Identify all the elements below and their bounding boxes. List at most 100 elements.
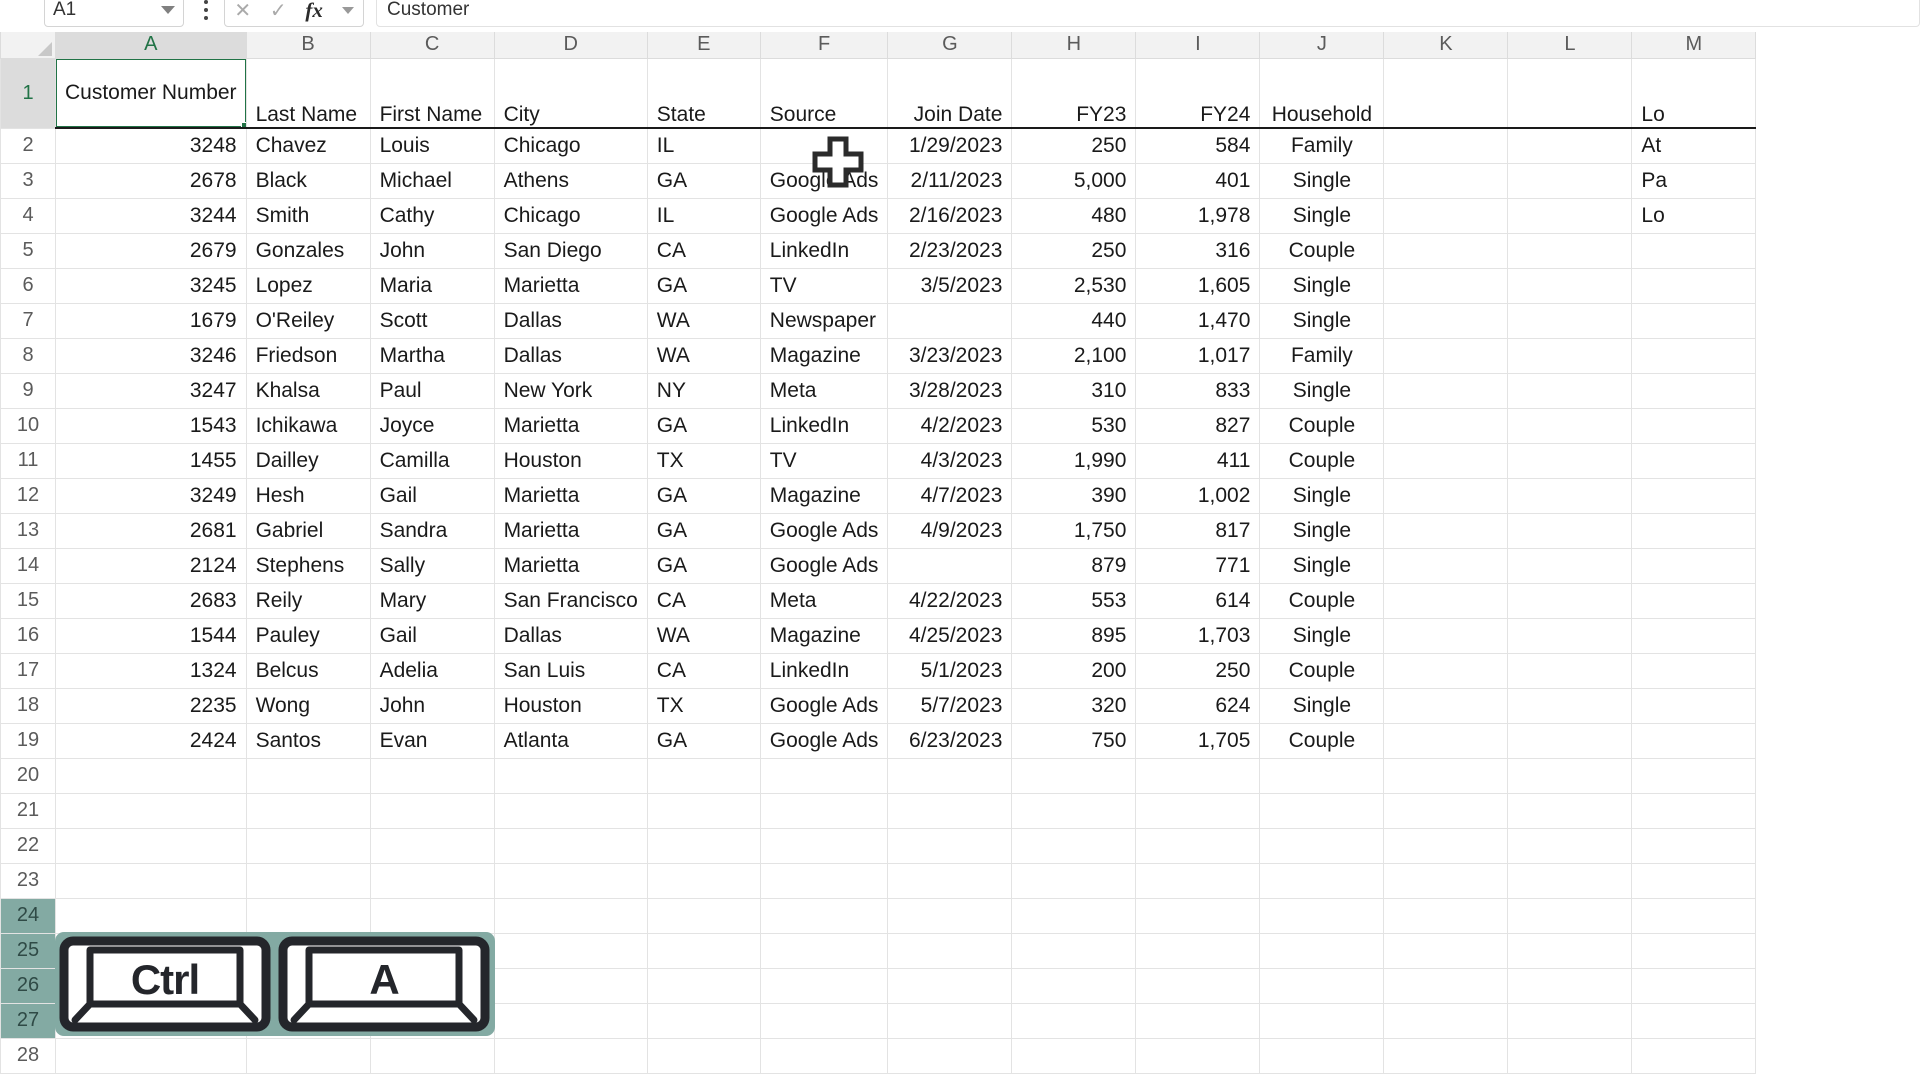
row-header-21[interactable]: 21 [1, 793, 56, 828]
cell-J12[interactable]: Single [1260, 478, 1384, 513]
cell-J21[interactable] [1260, 793, 1384, 828]
cell-A1[interactable]: Customer Number [56, 58, 247, 128]
cell-A15[interactable]: 2683 [56, 583, 247, 618]
cell-D8[interactable]: Dallas [494, 338, 647, 373]
row-header-2[interactable]: 2 [1, 128, 56, 163]
cell-A21[interactable] [56, 793, 247, 828]
cell-D21[interactable] [494, 793, 647, 828]
table-row[interactable]: 1 Customer Number Last Name First Name C… [1, 58, 1756, 128]
cell-B17[interactable]: Belcus [246, 653, 370, 688]
cell-L12[interactable] [1508, 478, 1632, 513]
chevron-down-icon[interactable] [161, 6, 175, 14]
cell-C17[interactable]: Adelia [370, 653, 494, 688]
row-header-17[interactable]: 17 [1, 653, 56, 688]
cell-L22[interactable] [1508, 828, 1632, 863]
cell-K25[interactable] [1384, 933, 1508, 968]
column-header-F[interactable]: F [760, 32, 888, 58]
cell-K27[interactable] [1384, 1003, 1508, 1038]
cell-F23[interactable] [760, 863, 888, 898]
cell-G28[interactable] [888, 1038, 1012, 1073]
cell-I27[interactable] [1136, 1003, 1260, 1038]
cell-E13[interactable]: GA [647, 513, 760, 548]
cell-M8[interactable] [1632, 338, 1756, 373]
cell-H8[interactable]: 2,100 [1012, 338, 1136, 373]
cell-K13[interactable] [1384, 513, 1508, 548]
column-header-H[interactable]: H [1012, 32, 1136, 58]
cell-F22[interactable] [760, 828, 888, 863]
cell-E14[interactable]: GA [647, 548, 760, 583]
cell-D17[interactable]: San Luis [494, 653, 647, 688]
cell-I15[interactable]: 614 [1136, 583, 1260, 618]
cell-C12[interactable]: Gail [370, 478, 494, 513]
cell-J28[interactable] [1260, 1038, 1384, 1073]
cell-K4[interactable] [1384, 198, 1508, 233]
cell-F13[interactable]: Google Ads [760, 513, 888, 548]
cell-H21[interactable] [1012, 793, 1136, 828]
table-row[interactable]: 43244SmithCathyChicagoILGoogle Ads2/16/2… [1, 198, 1756, 233]
cell-F25[interactable] [760, 933, 888, 968]
cell-E19[interactable]: GA [647, 723, 760, 758]
cell-A22[interactable] [56, 828, 247, 863]
cell-F6[interactable]: TV [760, 268, 888, 303]
cell-B18[interactable]: Wong [246, 688, 370, 723]
cell-G5[interactable]: 2/23/2023 [888, 233, 1012, 268]
cell-G17[interactable]: 5/1/2023 [888, 653, 1012, 688]
row-header-27[interactable]: 27 [1, 1003, 56, 1038]
cell-F27[interactable] [760, 1003, 888, 1038]
table-row[interactable]: 71679O'ReileyScottDallasWANewspaper4401,… [1, 303, 1756, 338]
table-row[interactable]: 152683ReilyMarySan FranciscoCAMeta4/22/2… [1, 583, 1756, 618]
cell-H24[interactable] [1012, 898, 1136, 933]
chevron-down-icon[interactable] [342, 7, 354, 14]
cell-M27[interactable] [1632, 1003, 1756, 1038]
cell-J13[interactable]: Single [1260, 513, 1384, 548]
cell-L19[interactable] [1508, 723, 1632, 758]
cell-E9[interactable]: NY [647, 373, 760, 408]
cell-F9[interactable]: Meta [760, 373, 888, 408]
cell-C8[interactable]: Martha [370, 338, 494, 373]
cell-M22[interactable] [1632, 828, 1756, 863]
cell-D10[interactable]: Marietta [494, 408, 647, 443]
table-row[interactable]: 52679GonzalesJohnSan DiegoCALinkedIn2/23… [1, 233, 1756, 268]
cell-E28[interactable] [647, 1038, 760, 1073]
cell-L9[interactable] [1508, 373, 1632, 408]
cell-H26[interactable] [1012, 968, 1136, 1003]
cell-E3[interactable]: GA [647, 163, 760, 198]
cell-E11[interactable]: TX [647, 443, 760, 478]
cell-D9[interactable]: New York [494, 373, 647, 408]
cell-F4[interactable]: Google Ads [760, 198, 888, 233]
cell-D13[interactable]: Marietta [494, 513, 647, 548]
row-header-24[interactable]: 24 [1, 898, 56, 933]
cell-I10[interactable]: 827 [1136, 408, 1260, 443]
cell-B21[interactable] [246, 793, 370, 828]
cell-I9[interactable]: 833 [1136, 373, 1260, 408]
cell-I3[interactable]: 401 [1136, 163, 1260, 198]
cell-C21[interactable] [370, 793, 494, 828]
cell-A11[interactable]: 1455 [56, 443, 247, 478]
cell-G16[interactable]: 4/25/2023 [888, 618, 1012, 653]
cell-L15[interactable] [1508, 583, 1632, 618]
row-header-18[interactable]: 18 [1, 688, 56, 723]
cell-J4[interactable]: Single [1260, 198, 1384, 233]
table-row[interactable]: 28 [1, 1038, 1756, 1073]
cell-C3[interactable]: Michael [370, 163, 494, 198]
cell-E10[interactable]: GA [647, 408, 760, 443]
cell-J26[interactable] [1260, 968, 1384, 1003]
cell-B23[interactable] [246, 863, 370, 898]
cell-A4[interactable]: 3244 [56, 198, 247, 233]
fx-icon[interactable]: fx [305, 0, 323, 23]
cell-C19[interactable]: Evan [370, 723, 494, 758]
cell-C2[interactable]: Louis [370, 128, 494, 163]
cell-B6[interactable]: Lopez [246, 268, 370, 303]
cell-C13[interactable]: Sandra [370, 513, 494, 548]
cell-F15[interactable]: Meta [760, 583, 888, 618]
cell-C4[interactable]: Cathy [370, 198, 494, 233]
cell-G15[interactable]: 4/22/2023 [888, 583, 1012, 618]
cell-K7[interactable] [1384, 303, 1508, 338]
column-header-G[interactable]: G [888, 32, 1012, 58]
table-row[interactable]: 171324BelcusAdeliaSan LuisCALinkedIn5/1/… [1, 653, 1756, 688]
cell-L25[interactable] [1508, 933, 1632, 968]
cell-B3[interactable]: Black [246, 163, 370, 198]
cell-B12[interactable]: Hesh [246, 478, 370, 513]
row-header-14[interactable]: 14 [1, 548, 56, 583]
cell-B19[interactable]: Santos [246, 723, 370, 758]
